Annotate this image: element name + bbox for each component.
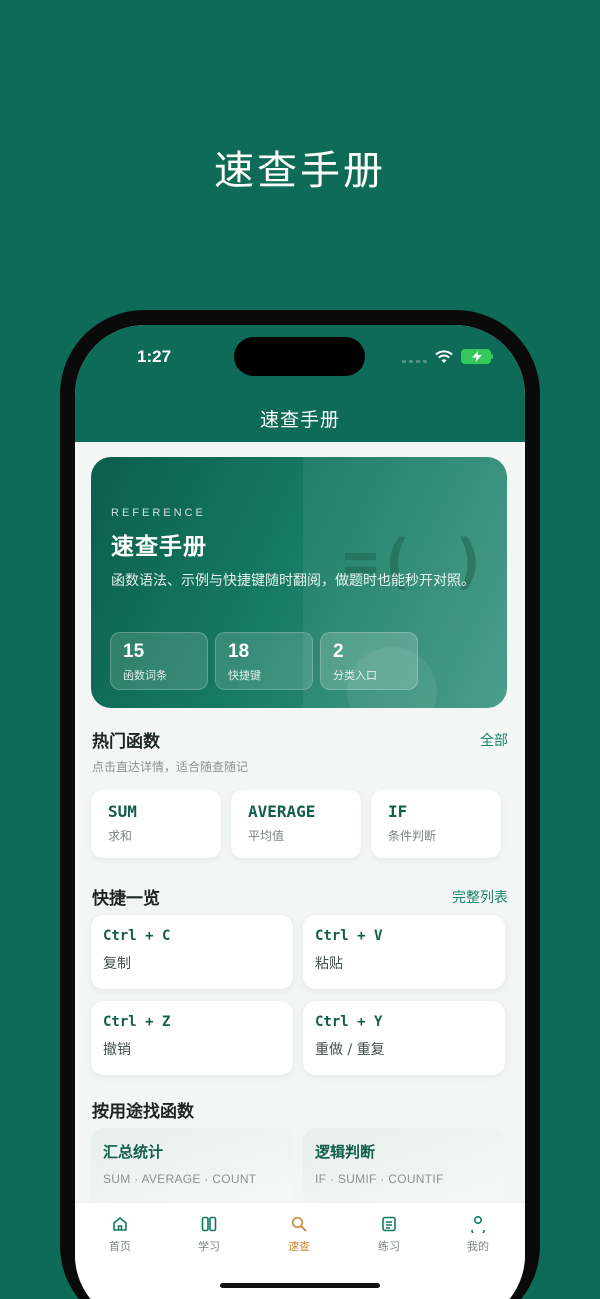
hero-stats: 15 函数词条 18 快捷键 2 分类入口: [110, 632, 418, 690]
search-icon: [291, 1216, 307, 1232]
phone-frame: 1:27 速查手册 =( ) REFERENCE 速查手册 函数语法、示例与快捷…: [60, 310, 540, 1299]
hero-title: 速查手册: [111, 534, 207, 560]
shortcut-keys: Ctrl + C: [103, 928, 171, 944]
function-name: AVERAGE: [248, 802, 316, 821]
hero-kicker: REFERENCE: [111, 507, 206, 519]
shortcut-label: 粘贴: [315, 956, 343, 972]
shortcut-label: 撤销: [103, 1042, 131, 1058]
stat-value: 2: [333, 641, 344, 662]
use-title: 汇总统计: [103, 1143, 164, 1161]
status-icons: [402, 349, 493, 364]
shortcut-card-paste[interactable]: Ctrl + V 粘贴: [303, 915, 505, 989]
shortcut-card-redo[interactable]: Ctrl + Y 重做 / 重复: [303, 1001, 505, 1075]
promo-headline: 速查手册: [214, 148, 386, 194]
stat-value: 18: [228, 641, 250, 662]
stat-label: 快捷键: [228, 669, 261, 682]
tab-bar: 首页 学习 速查 练习 我的: [75, 1202, 525, 1299]
tab-label: 我的: [467, 1240, 489, 1253]
popular-subtitle: 点击直达详情，适合随查随记: [92, 760, 249, 774]
tab-label: 学习: [198, 1240, 220, 1253]
function-desc: 平均值: [248, 829, 285, 843]
list-icon: [382, 1216, 396, 1232]
tab-label: 练习: [378, 1240, 400, 1253]
hero-banner: =( ) REFERENCE 速查手册 函数语法、示例与快捷键随时翻阅，做题时也…: [91, 457, 507, 708]
main-content[interactable]: =( ) REFERENCE 速查手册 函数语法、示例与快捷键随时翻阅，做题时也…: [75, 442, 525, 1208]
stat-functions: 15 函数词条: [110, 632, 208, 690]
tab-label: 速查: [288, 1240, 310, 1253]
nav-title: 速查手册: [259, 409, 340, 431]
function-card-if[interactable]: IF 条件判断: [371, 790, 501, 858]
use-card-logic[interactable]: 逻辑判断 IF · SUMIF · COUNTIF: [303, 1128, 505, 1208]
hero-description: 函数语法、示例与快捷键随时翻阅，做题时也能秒开对照。: [111, 573, 475, 589]
by-use-section-title: 按用途找函数: [92, 1102, 194, 1122]
stat-shortcuts: 18 快捷键: [215, 632, 313, 690]
use-category-list: 汇总统计 SUM · AVERAGE · COUNT 逻辑判断 IF · SUM…: [91, 1128, 507, 1208]
home-indicator[interactable]: [220, 1283, 380, 1288]
shortcut-label: 复制: [103, 956, 131, 972]
function-name: IF: [388, 802, 408, 821]
function-card-sum[interactable]: SUM 求和: [91, 790, 221, 858]
function-card-average[interactable]: AVERAGE 平均值: [231, 790, 361, 858]
popular-all-link[interactable]: 全部: [480, 730, 508, 750]
tab-practice[interactable]: 练习: [359, 1215, 419, 1254]
wifi-icon: [435, 349, 453, 363]
book-icon: [201, 1216, 217, 1232]
shortcut-keys: Ctrl + Z: [103, 1014, 171, 1030]
shortcut-card-undo[interactable]: Ctrl + Z 撤销: [91, 1001, 293, 1075]
dynamic-island: [234, 337, 365, 376]
top-bar: 1:27 速查手册: [75, 325, 525, 442]
function-name: SUM: [108, 802, 137, 821]
battery-icon: [461, 349, 493, 364]
use-desc: IF · SUMIF · COUNTIF: [315, 1172, 444, 1186]
tab-profile[interactable]: 我的: [448, 1215, 508, 1254]
stat-label: 函数词条: [123, 669, 167, 682]
shortcut-card-copy[interactable]: Ctrl + C 复制: [91, 915, 293, 989]
app-screen: 1:27 速查手册 =( ) REFERENCE 速查手册 函数语法、示例与快捷…: [75, 325, 525, 1299]
popular-function-list: SUM 求和 AVERAGE 平均值 IF 条件判断: [91, 790, 501, 858]
shortcuts-section-title: 快捷一览: [92, 889, 160, 909]
tab-home[interactable]: 首页: [90, 1215, 150, 1254]
user-icon: [471, 1215, 485, 1233]
signal-icon: [402, 351, 427, 363]
shortcut-keys: Ctrl + Y: [315, 1014, 383, 1030]
status-time: 1:27: [137, 347, 172, 366]
shortcuts-full-list-link[interactable]: 完整列表: [452, 887, 508, 907]
function-desc: 求和: [108, 829, 133, 843]
stat-categories: 2 分类入口: [320, 632, 418, 690]
home-icon: [113, 1217, 127, 1231]
tab-quick-reference[interactable]: 速查: [269, 1215, 329, 1254]
tab-label: 首页: [109, 1240, 131, 1253]
shortcut-label: 重做 / 重复: [315, 1042, 385, 1058]
shortcut-keys: Ctrl + V: [315, 928, 383, 944]
function-desc: 条件判断: [388, 829, 437, 843]
stat-value: 15: [123, 641, 145, 662]
use-title: 逻辑判断: [315, 1143, 376, 1161]
popular-section-title: 热门函数: [92, 732, 160, 752]
use-card-summary[interactable]: 汇总统计 SUM · AVERAGE · COUNT: [91, 1128, 293, 1208]
tab-study[interactable]: 学习: [179, 1215, 239, 1254]
use-desc: SUM · AVERAGE · COUNT: [103, 1172, 257, 1186]
stat-label: 分类入口: [333, 669, 377, 682]
